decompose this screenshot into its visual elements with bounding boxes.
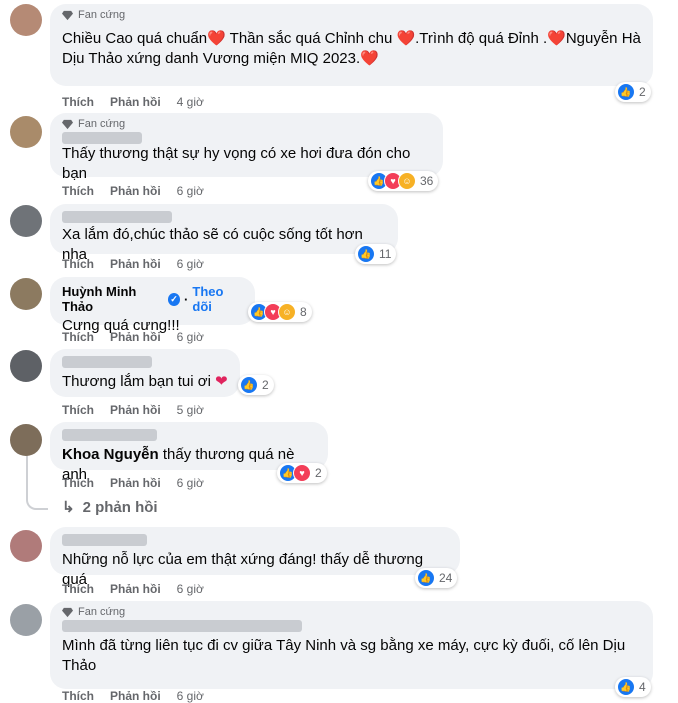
comment-actions: Thích Phản hồi 6 giờ: [62, 330, 204, 344]
author-name[interactable]: Huỳnh Minh Thảo ✓ · Theo dõi: [62, 284, 243, 314]
diamond-icon: [62, 119, 73, 129]
timestamp[interactable]: 4 giờ: [177, 95, 204, 109]
comment-bubble: Fan cứng Mình đã từng liên tục đi cv giữ…: [50, 601, 653, 689]
timestamp[interactable]: 6 giờ: [177, 689, 204, 703]
like-icon: 👍: [240, 376, 258, 394]
author-name-redacted[interactable]: [62, 211, 386, 223]
timestamp[interactable]: 6 giờ: [177, 184, 204, 198]
avatar[interactable]: [10, 205, 42, 237]
comment-actions: Thích Phản hồi 4 giờ: [62, 95, 204, 109]
comment-actions: Thích Phản hồi 6 giờ: [62, 582, 204, 596]
comment-bubble: Fan cứng Chiều Cao quá chuẩn❤️ Thần sắc …: [50, 4, 653, 86]
fan-badge: Fan cứng: [62, 118, 431, 130]
like-icon: 👍: [417, 569, 435, 587]
care-icon: ☺: [398, 172, 416, 190]
reaction-count[interactable]: 👍 4: [615, 677, 651, 697]
reaction-count[interactable]: 👍 11: [355, 244, 397, 264]
reply-button[interactable]: Phản hồi: [110, 403, 161, 417]
author-name-redacted[interactable]: [62, 356, 228, 368]
like-button[interactable]: Thích: [62, 330, 94, 344]
like-button[interactable]: Thích: [62, 184, 94, 198]
timestamp[interactable]: 5 giờ: [177, 403, 204, 417]
avatar[interactable]: [10, 604, 42, 636]
reply-button[interactable]: Phản hồi: [110, 184, 161, 198]
reply-button[interactable]: Phản hồi: [110, 257, 161, 271]
avatar[interactable]: [10, 424, 42, 456]
heart-emoji-icon: ❤: [215, 373, 228, 390]
fan-badge: Fan cứng: [62, 606, 641, 618]
avatar[interactable]: [10, 278, 42, 310]
care-icon: ☺: [278, 303, 296, 321]
reaction-count[interactable]: 👍 24: [415, 568, 458, 588]
comment-bubble: Thương lắm bạn tui ơi ❤: [50, 349, 240, 397]
fan-badge: Fan cứng: [62, 9, 641, 21]
timestamp[interactable]: 6 giờ: [177, 582, 204, 596]
avatar[interactable]: [10, 116, 42, 148]
comment-actions: Thích Phản hồi 6 giờ: [62, 689, 204, 703]
like-button[interactable]: Thích: [62, 257, 94, 271]
reply-arrow-icon: ↳: [62, 499, 75, 516]
reaction-count[interactable]: 👍 2: [238, 375, 274, 395]
comment-bubble: Huỳnh Minh Thảo ✓ · Theo dõi Cưng quá cư…: [50, 277, 255, 334]
comment-actions: Thích Phản hồi 6 giờ: [62, 184, 204, 198]
like-button[interactable]: Thích: [62, 95, 94, 109]
comment-bubble: Fan cứng Thấy thương thật sự hy vọng có …: [50, 113, 443, 182]
reply-button[interactable]: Phản hồi: [110, 95, 161, 109]
like-icon: 👍: [617, 83, 635, 101]
like-button[interactable]: Thích: [62, 476, 94, 490]
avatar[interactable]: [10, 4, 42, 36]
like-button[interactable]: Thích: [62, 582, 94, 596]
author-name-redacted[interactable]: [62, 429, 316, 441]
like-icon: 👍: [357, 245, 375, 263]
avatar[interactable]: [10, 530, 42, 562]
comment-bubble: Những nỗ lực của em thật xứng đáng! thấy…: [50, 527, 460, 588]
diamond-icon: [62, 607, 73, 617]
reply-button[interactable]: Phản hồi: [110, 582, 161, 596]
comment-actions: Thích Phản hồi 6 giờ: [62, 476, 204, 490]
reply-button[interactable]: Phản hồi: [110, 330, 161, 344]
comment-actions: Thích Phản hồi 5 giờ: [62, 403, 204, 417]
mention-link[interactable]: Khoa Nguyễn: [62, 446, 159, 463]
avatar[interactable]: [10, 350, 42, 382]
comment-actions: Thích Phản hồi 6 giờ: [62, 257, 204, 271]
comment-text: Mình đã từng liên tục đi cv giữa Tây Nin…: [62, 637, 626, 674]
diamond-icon: [62, 10, 73, 20]
comment-bubble: Xa lắm đó,chúc thảo sẽ có cuộc sống tốt …: [50, 204, 398, 263]
author-name-redacted[interactable]: [62, 534, 448, 546]
reply-button[interactable]: Phản hồi: [110, 476, 161, 490]
reaction-count[interactable]: 👍 ♥ ☺ 8: [248, 302, 312, 322]
timestamp[interactable]: 6 giờ: [177, 476, 204, 490]
verified-badge-icon: ✓: [167, 292, 181, 306]
comment-text: Chiều Cao quá chuẩn❤️ Thần sắc quá Chỉnh…: [62, 30, 641, 67]
reaction-count[interactable]: 👍 2: [615, 82, 651, 102]
love-icon: ♥: [293, 464, 311, 482]
comment-text: Thương lắm bạn tui ơi ❤: [62, 373, 228, 390]
timestamp[interactable]: 6 giờ: [177, 257, 204, 271]
author-name-redacted[interactable]: [62, 620, 641, 632]
view-replies-link[interactable]: ↳ 2 phản hồi: [62, 498, 158, 517]
like-icon: 👍: [617, 678, 635, 696]
reply-button[interactable]: Phản hồi: [110, 689, 161, 703]
author-name-redacted[interactable]: [62, 132, 431, 144]
timestamp[interactable]: 6 giờ: [177, 330, 204, 344]
like-button[interactable]: Thích: [62, 403, 94, 417]
follow-button[interactable]: Theo dõi: [192, 284, 243, 314]
reaction-count[interactable]: 👍 ♥ ☺ 36: [368, 171, 439, 191]
like-button[interactable]: Thích: [62, 689, 94, 703]
reaction-count[interactable]: 👍 ♥ 2: [277, 463, 327, 483]
